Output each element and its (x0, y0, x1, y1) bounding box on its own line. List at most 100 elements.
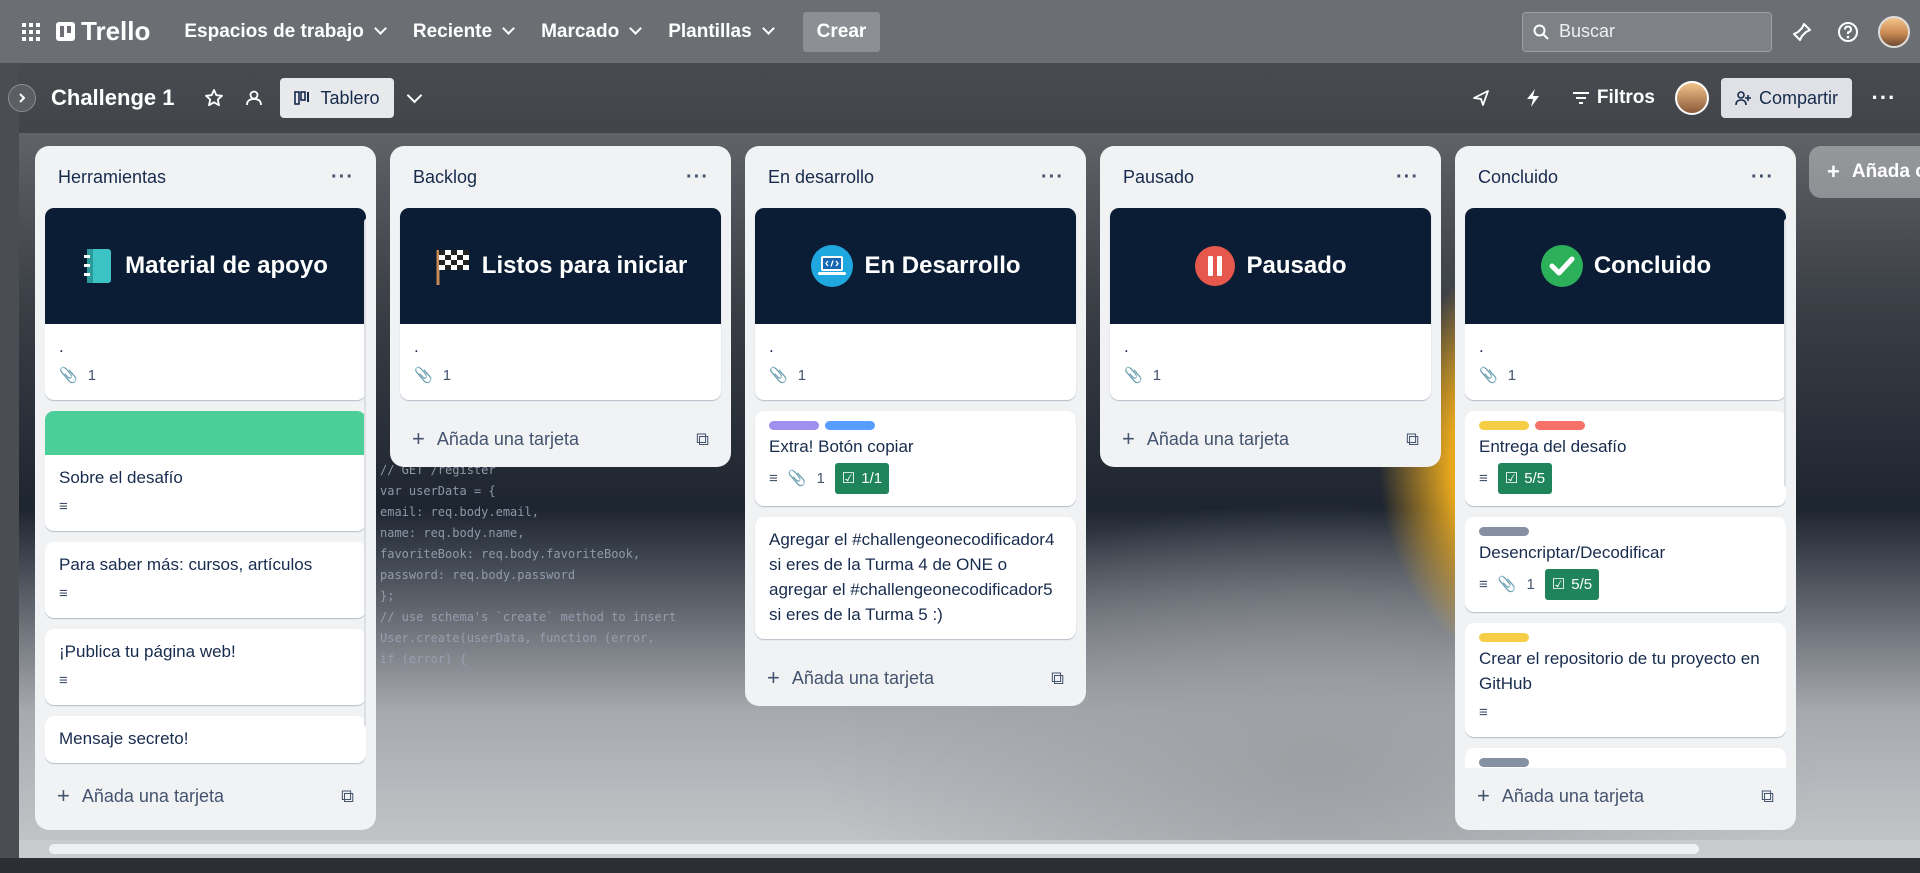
list-menu-icon[interactable]: ··· (1041, 166, 1064, 189)
card-agregar-hashtag[interactable]: Agregar el #challengeonecodificador4 si … (755, 517, 1076, 639)
card-listos-para-iniciar[interactable]: Listos para iniciar . 📎 1 (400, 208, 721, 400)
add-card-button[interactable]: + Añada una tarjeta (767, 665, 934, 691)
checklist-icon: ☑ (1504, 470, 1519, 487)
view-switcher-chevron-icon[interactable] (394, 78, 434, 118)
card-extra-boton-copiar[interactable]: Extra! Botón copiar ≡ 📎 1 ☑ 1/1 (755, 411, 1076, 506)
card-para-saber-mas[interactable]: Para saber más: cursos, artículos ≡ (45, 542, 366, 618)
create-from-template-icon[interactable]: ⧉ (341, 786, 354, 807)
create-from-template-icon[interactable]: ⧉ (1406, 429, 1419, 450)
sidebar-strip (0, 63, 19, 873)
card-desencriptar-decodificar[interactable]: Desencriptar/Decodificar ≡ 📎 1 ☑ 5/5 (1465, 517, 1786, 612)
label-gray[interactable] (1479, 527, 1529, 536)
menu-recent[interactable]: Reciente (401, 12, 525, 52)
list-title[interactable]: Pausado (1123, 167, 1194, 188)
list-scrollbar[interactable] (364, 218, 366, 728)
board-view-button[interactable]: Tablero (280, 78, 394, 118)
card-concluido-cover[interactable]: Concluido . 📎 1 (1465, 208, 1786, 400)
list-menu-icon[interactable]: ··· (1396, 166, 1419, 189)
card-crear-repositorio[interactable]: Crear el repositorio de tu proyecto en G… (1465, 623, 1786, 737)
plus-icon: + (57, 783, 70, 808)
attachment-count: 1 (1507, 367, 1517, 384)
card-entrega-del-desafio[interactable]: Entrega del desafío ≡ ☑ 5/5 (1465, 411, 1786, 506)
card-publica-tu-pagina[interactable]: ¡Publica tu página web! ≡ (45, 629, 366, 705)
label-purple[interactable] (769, 421, 819, 430)
card-mensaje-secreto[interactable]: Mensaje secreto! (45, 716, 366, 763)
user-avatar[interactable] (1878, 15, 1910, 48)
create-from-template-icon[interactable]: ⧉ (696, 429, 709, 450)
help-icon[interactable] (1832, 16, 1864, 48)
checklist-icon: ☑ (1551, 576, 1566, 593)
list-menu-icon[interactable]: ··· (1751, 166, 1774, 189)
list-menu-icon[interactable]: ··· (331, 166, 354, 189)
background-code: // GET /register var userData = { email:… (380, 460, 676, 670)
card-en-desarrollo-cover[interactable]: En Desarrollo . 📎 1 (755, 208, 1076, 400)
board-member-avatar[interactable] (1674, 81, 1709, 115)
create-button[interactable]: Crear (802, 11, 881, 52)
attachment-icon: 📎 (59, 367, 78, 384)
search-input[interactable]: Buscar (1522, 11, 1772, 52)
menu-starred[interactable]: Marcado (529, 12, 652, 52)
add-list-button[interactable]: + Añada otra lista (1809, 146, 1920, 198)
add-card-button[interactable]: + Añada una tarjeta (57, 783, 224, 809)
menu-workspaces[interactable]: Espacios de trabajo (172, 12, 397, 52)
card-partial[interactable] (1465, 748, 1786, 768)
share-button[interactable]: Compartir (1720, 78, 1852, 118)
expand-sidebar-button[interactable] (8, 84, 36, 112)
star-icon[interactable] (194, 78, 234, 118)
label-blue[interactable] (825, 421, 875, 430)
filters-button[interactable]: Filtros (1565, 87, 1663, 109)
plus-icon: + (1477, 783, 1490, 808)
power-ups-icon[interactable] (1461, 78, 1501, 118)
list-menu-icon[interactable]: ··· (686, 166, 709, 189)
list-header: Herramientas ··· (45, 146, 366, 208)
add-card-label: Añada una tarjeta (1501, 785, 1644, 806)
list-herramientas: Herramientas ··· Material de apoyo . 📎 1… (35, 146, 376, 830)
add-card-button[interactable]: + Añada una tarjeta (1477, 783, 1644, 809)
card-cover: Concluido (1465, 208, 1786, 324)
add-card-button[interactable]: + Añada una tarjeta (412, 426, 579, 452)
label-yellow[interactable] (1479, 633, 1529, 642)
list-header: Concluido ··· (1465, 146, 1786, 208)
card-title: Sobre el desafío (59, 468, 183, 487)
list-title[interactable]: Herramientas (58, 167, 166, 188)
label-yellow[interactable] (1479, 421, 1529, 430)
scrollbar-thumb[interactable] (49, 844, 1699, 854)
card-pausado-cover[interactable]: Pausado . 📎 1 (1110, 208, 1431, 400)
card-labels (1479, 633, 1772, 642)
card-title: ¡Publica tu página web! (59, 642, 236, 661)
visibility-icon[interactable] (234, 78, 274, 118)
code-line: favoriteBook: req.body.favoriteBook, (380, 547, 641, 561)
cover-title: Concluido (1593, 252, 1712, 279)
label-gray[interactable] (1479, 758, 1529, 767)
automation-icon[interactable] (1513, 78, 1553, 118)
list-scrollbar[interactable] (1784, 218, 1786, 488)
app-switcher-icon[interactable] (14, 15, 48, 49)
board-title[interactable]: Challenge 1 (51, 85, 174, 111)
add-card-label: Añada una tarjeta (81, 785, 224, 806)
notifications-icon[interactable] (1786, 16, 1818, 48)
menu-templates[interactable]: Plantillas (656, 12, 784, 52)
trello-logo[interactable]: Trello (56, 16, 150, 47)
menu-label: Marcado (541, 20, 620, 42)
list-title[interactable]: Concluido (1478, 167, 1558, 188)
create-from-template-icon[interactable]: ⧉ (1051, 668, 1064, 689)
plus-icon: + (412, 426, 425, 451)
board-horizontal-scrollbar[interactable] (19, 840, 1920, 858)
label-red[interactable] (1535, 421, 1585, 430)
card-material-de-apoyo[interactable]: Material de apoyo . 📎 1 (45, 208, 366, 400)
card-title: . (769, 337, 774, 356)
create-from-template-icon[interactable]: ⧉ (1761, 786, 1774, 807)
card-cover: Material de apoyo (45, 208, 366, 324)
list-title[interactable]: Backlog (413, 167, 477, 188)
cover-title: Material de apoyo (125, 252, 328, 279)
more-options-icon[interactable]: ··· (1864, 78, 1904, 118)
checklist-count: 5/5 (1524, 470, 1546, 487)
attachment-count: 1 (797, 367, 807, 384)
card-sobre-el-desafio[interactable]: Sobre el desafío ≡ (45, 411, 366, 531)
card-cover: Listos para iniciar (400, 208, 721, 324)
card-cover (45, 411, 366, 455)
checklist-badge: ☑ 5/5 (1544, 569, 1600, 600)
list-title[interactable]: En desarrollo (768, 167, 874, 188)
add-card-button[interactable]: + Añada una tarjeta (1122, 426, 1289, 452)
add-list-label: Añada otra lista (1851, 161, 1920, 182)
